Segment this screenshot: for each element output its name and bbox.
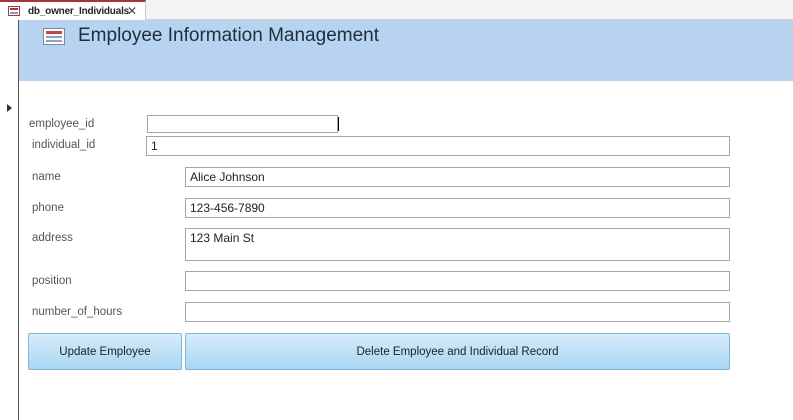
text-caret (338, 117, 339, 131)
phone-field[interactable]: 123-456-7890 (185, 198, 730, 218)
triangle-right-icon (7, 104, 12, 112)
individual-id-label: individual_id (32, 139, 96, 151)
form-icon (8, 6, 20, 16)
number-of-hours-label: number_of_hours (32, 306, 123, 318)
document-tab-strip: db_owner_Individuals ✕ (0, 0, 793, 20)
employee-id-field[interactable] (147, 115, 338, 133)
form-header: Employee Information Management (0, 20, 793, 81)
position-field[interactable] (185, 271, 730, 291)
update-employee-button[interactable]: Update Employee (28, 333, 182, 370)
individual-id-field[interactable]: 1 (146, 136, 730, 156)
tab-label: db_owner_Individuals (28, 5, 130, 17)
name-field[interactable]: Alice Johnson (185, 167, 730, 187)
name-label: name (32, 171, 61, 183)
form-icon (43, 28, 65, 45)
phone-label: phone (32, 202, 64, 214)
employee-id-label: employee_id (29, 118, 95, 130)
position-label: position (32, 275, 72, 287)
delete-record-button[interactable]: Delete Employee and Individual Record (185, 333, 730, 370)
address-label: address (32, 232, 73, 244)
close-icon[interactable]: ✕ (127, 4, 137, 18)
record-selector[interactable] (0, 20, 19, 420)
address-field[interactable]: 123 Main St (185, 228, 730, 261)
page-title: Employee Information Management (78, 25, 379, 46)
document-tab[interactable]: db_owner_Individuals ✕ (0, 0, 146, 20)
number-of-hours-field[interactable] (185, 302, 730, 322)
